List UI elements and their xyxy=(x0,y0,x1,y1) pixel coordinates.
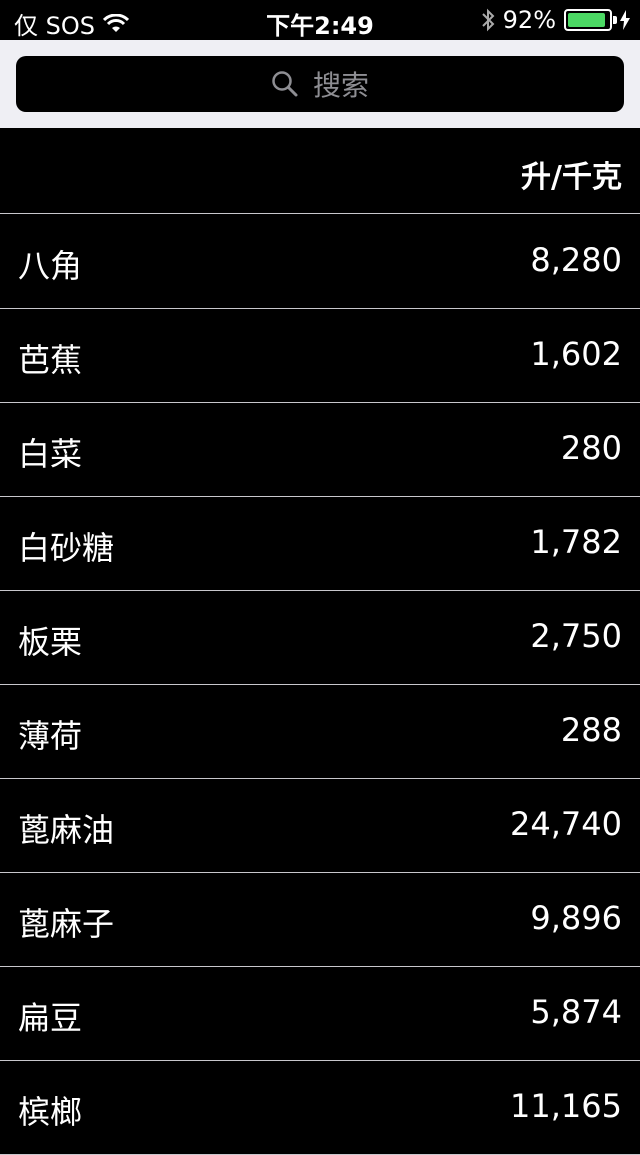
item-value: 11,165 xyxy=(510,1087,622,1125)
list-item[interactable]: 扁豆 5,874 xyxy=(0,967,640,1061)
item-name: 芭蕉 xyxy=(18,341,83,379)
list-item[interactable]: 芭蕉 1,602 xyxy=(0,309,640,403)
item-name: 蓖麻子 xyxy=(18,905,115,943)
search-bar-container: 搜索 xyxy=(0,40,640,128)
item-value: 8,280 xyxy=(530,241,622,279)
list-item[interactable]: 白菜 280 xyxy=(0,403,640,497)
battery-level xyxy=(568,13,605,27)
item-name: 槟榔 xyxy=(18,1093,83,1131)
list-item[interactable]: 槟榔 11,165 xyxy=(0,1061,640,1155)
item-list: 八角 8,280 芭蕉 1,602 白菜 280 白砂糖 1,782 板栗 2,… xyxy=(0,215,640,1155)
list-item[interactable]: 八角 8,280 xyxy=(0,215,640,309)
battery-percent: 92% xyxy=(502,6,556,34)
item-value: 2,750 xyxy=(530,617,622,655)
list-item[interactable]: 蓖麻子 9,896 xyxy=(0,873,640,967)
list-item[interactable]: 板栗 2,750 xyxy=(0,591,640,685)
item-value: 1,782 xyxy=(530,523,622,561)
status-bar: 仅 SOS 下午2:49 92% xyxy=(0,0,640,40)
search-icon xyxy=(271,70,299,98)
item-value: 1,602 xyxy=(530,335,622,373)
bluetooth-icon xyxy=(481,8,495,32)
item-value: 9,896 xyxy=(530,899,622,937)
table-header: 升/千克 xyxy=(0,128,640,214)
item-name: 白砂糖 xyxy=(18,529,115,567)
item-value: 288 xyxy=(560,711,622,749)
item-value: 280 xyxy=(560,429,622,467)
list-item[interactable]: 蓖麻油 24,740 xyxy=(0,779,640,873)
item-name: 白菜 xyxy=(18,435,83,473)
list-item[interactable]: 薄荷 288 xyxy=(0,685,640,779)
search-placeholder: 搜索 xyxy=(312,69,369,102)
status-right: 92% xyxy=(481,6,630,34)
search-input[interactable]: 搜索 xyxy=(16,56,624,112)
charging-icon xyxy=(620,10,630,30)
item-name: 八角 xyxy=(18,247,83,285)
item-name: 板栗 xyxy=(18,623,83,661)
unit-header: 升/千克 xyxy=(521,160,622,195)
item-name: 薄荷 xyxy=(18,717,83,755)
item-value: 5,874 xyxy=(530,993,622,1031)
item-name: 扁豆 xyxy=(18,999,83,1037)
list-item[interactable]: 白砂糖 1,782 xyxy=(0,497,640,591)
item-name: 蓖麻油 xyxy=(18,811,115,849)
item-value: 24,740 xyxy=(510,805,622,843)
battery-icon xyxy=(564,9,617,31)
